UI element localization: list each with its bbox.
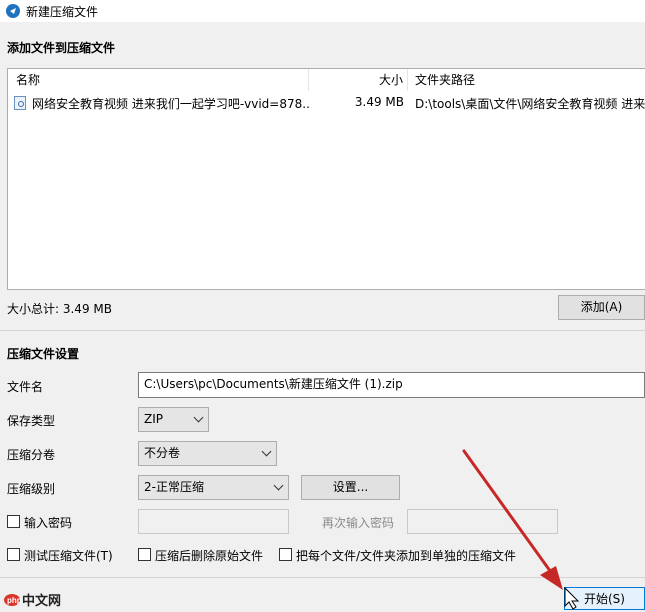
annotation-arrow	[462, 449, 580, 610]
mouse-cursor-icon	[564, 586, 580, 610]
